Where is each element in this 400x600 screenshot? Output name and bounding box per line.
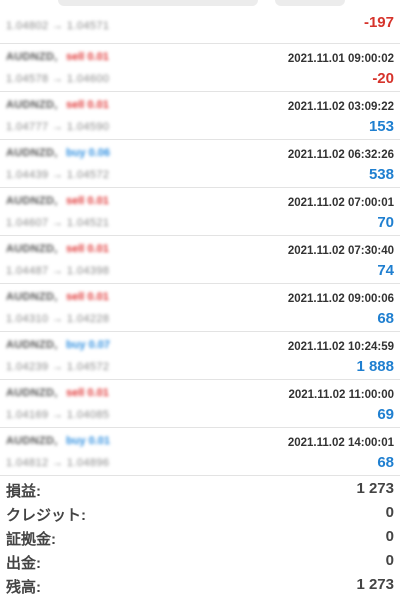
summary-row: クレジット: 0 xyxy=(0,502,400,526)
deal-side: buy 0.07 xyxy=(66,339,111,351)
summary-value: 1 273 xyxy=(356,576,394,593)
deal-profit: 68 xyxy=(377,310,394,327)
deal-time: 2021.11.02 09:00:06 xyxy=(287,293,394,305)
deal-side: sell 0.01 xyxy=(66,51,109,63)
summary-value: 0 xyxy=(385,504,394,521)
deal-time: 2021.11.02 06:32:26 xyxy=(287,149,394,161)
deal-side: sell 0.01 xyxy=(66,387,109,399)
summary-label: 残高: xyxy=(6,579,41,596)
deal-row[interactable]: AUDNZD, sell 0.01 1.04777 → 1.04590 2021.11… xyxy=(0,92,400,140)
summary-value: 0 xyxy=(385,552,394,569)
deal-time: 2021.11.01 09:00:02 xyxy=(287,53,394,65)
deal-row[interactable]: AUDNZD, sell 0.01 1.04487 → 1.04398 2021.11… xyxy=(0,236,400,284)
deal-side: sell 0.01 xyxy=(66,243,109,255)
deal-profit: 70 xyxy=(377,214,394,231)
deal-symbol: AUDNZD, xyxy=(6,435,58,447)
deal-symbol: AUDNZD, xyxy=(6,339,58,351)
summary-label: 証拠金: xyxy=(6,531,56,548)
deal-prices: 1.04777 → 1.04590 xyxy=(6,121,110,133)
deal-time: 2021.11.02 07:00:01 xyxy=(287,197,394,209)
summary-row: 損益: 1 273 xyxy=(0,478,400,502)
deal-row[interactable]: AUDNZD, buy 0.01 1.04812 → 1.04896 2021.11.… xyxy=(0,428,400,476)
summary-row: 証拠金: 0 xyxy=(0,526,400,550)
summary-label: クレジット: xyxy=(6,507,86,524)
deal-side: sell 0.01 xyxy=(66,291,109,303)
deal-time: 2021.11.02 14:00:01 xyxy=(287,437,394,449)
deal-row[interactable]: AUDNZD, sell 0.01 1.04310 → 1.04228 2021.11… xyxy=(0,284,400,332)
deal-symbol: AUDNZD, xyxy=(6,387,58,399)
deal-prices: 1.04439 → 1.04572 xyxy=(6,169,110,181)
deal-row[interactable]: AUDNZD, sell 0.01 1.04578 → 1.04600 2021.11… xyxy=(0,44,400,92)
deal-profit: 1 888 xyxy=(356,358,394,375)
deal-side: buy 0.06 xyxy=(66,147,111,159)
deal-profit: 74 xyxy=(377,262,394,279)
deal-time: 2021.11.02 11:00:00 xyxy=(288,389,394,401)
deal-profit: 153 xyxy=(368,118,394,135)
deal-time: 2021.11.02 10:24:59 xyxy=(287,341,394,353)
deal-symbol: AUDNZD, xyxy=(6,99,58,111)
deal-side: sell 0.01 xyxy=(66,195,109,207)
summary-row: 残高: 1 273 xyxy=(0,574,400,598)
deal-prices: 1.04169 → 1.04085 xyxy=(6,409,110,421)
deal-row[interactable]: AUDNZD, sell 0.01 1.04169 → 1.04085 2021.11… xyxy=(0,380,400,428)
deal-prices: 1.04487 → 1.04398 xyxy=(6,265,110,277)
deal-row[interactable]: AUDNZD, buy 0.06 1.04439 → 1.04572 2021.11.… xyxy=(0,140,400,188)
deal-symbol: AUDNZD, xyxy=(6,291,58,303)
deal-symbol: AUDNZD, xyxy=(6,243,58,255)
deal-profit: -197 xyxy=(363,14,394,31)
deal-symbol: AUDNZD, xyxy=(6,147,58,159)
deal-profit: 68 xyxy=(377,454,394,471)
deal-prices: 1.04607 → 1.04521 xyxy=(6,217,110,229)
deal-time: 2021.11.02 07:30:40 xyxy=(287,245,394,257)
deal-side: buy 0.01 xyxy=(66,435,111,447)
summary-value: 1 273 xyxy=(356,480,394,497)
deal-row[interactable]: AUDNZD, sell 0.01 1.04607 → 1.04521 2021.11… xyxy=(0,188,400,236)
deal-row[interactable]: AUDNZD, buy 0.07 1.04239 → 1.04572 2021.11.… xyxy=(0,332,400,380)
deal-prices: 1.04239 → 1.04572 xyxy=(6,361,110,373)
deal-prices: 1.04802 → 1.04571 xyxy=(6,20,110,32)
deal-side: sell 0.01 xyxy=(66,99,109,111)
deal-symbol: AUDNZD, xyxy=(6,51,58,63)
deal-symbol: AUDNZD, xyxy=(6,195,58,207)
deal-prices: 1.04578 → 1.04600 xyxy=(6,73,110,85)
deal-row[interactable]: AUDNZD,1.04802 → 1.04571-197 xyxy=(0,0,400,44)
deal-profit: 69 xyxy=(377,406,394,423)
summary-label: 損益: xyxy=(6,483,41,500)
summary-value: 0 xyxy=(385,528,394,545)
deal-time: 2021.11.02 03:09:22 xyxy=(287,101,394,113)
deal-prices: 1.04310 → 1.04228 xyxy=(6,313,110,325)
deal-prices: 1.04812 → 1.04896 xyxy=(6,457,110,469)
deal-profit: 538 xyxy=(368,166,394,183)
deal-profit: -20 xyxy=(372,70,394,87)
summary-label: 出金: xyxy=(6,555,41,572)
summary-row: 出金: 0 xyxy=(0,550,400,574)
